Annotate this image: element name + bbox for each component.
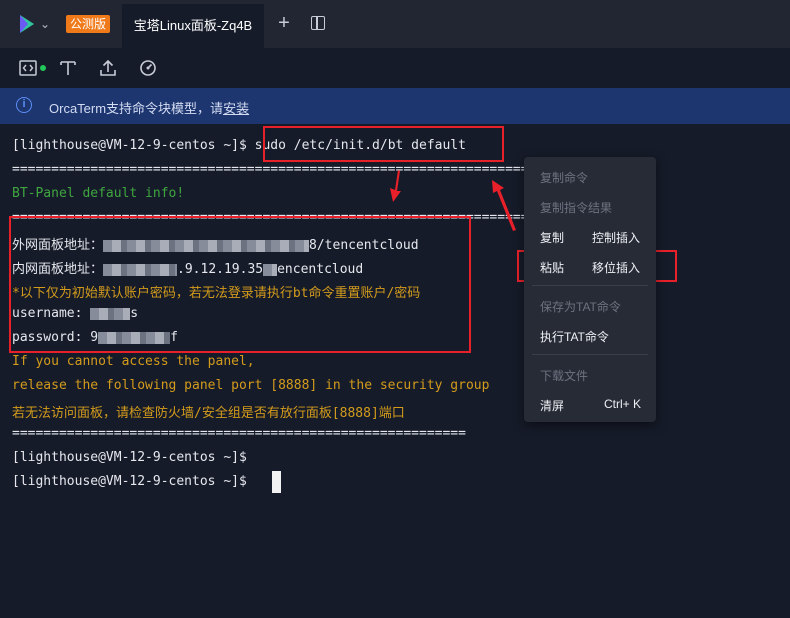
menu-item-copy-command[interactable]: 复制命令 xyxy=(540,169,588,186)
info-icon: i xyxy=(16,97,32,113)
clear-shortcut: Ctrl+ K xyxy=(604,397,642,411)
terminal-warning-2: release the following panel port [8888] … xyxy=(12,378,490,393)
arrow-down-icon xyxy=(390,170,401,202)
info-highlight-box xyxy=(9,216,471,353)
beta-badge: 公测版 xyxy=(66,15,111,33)
terminal-separator: ========================================… xyxy=(12,162,529,177)
menu-item-run-tat[interactable]: 执行TAT命令 xyxy=(540,328,609,345)
menu-divider xyxy=(532,354,648,355)
menu-item-shift-insert[interactable]: 移位插入 xyxy=(592,259,640,276)
text-icon[interactable] xyxy=(58,58,78,78)
terminal-separator: ========================================… xyxy=(12,426,466,441)
terminal-prompt: [lighthouse@VM-12-9-centos ~]$ xyxy=(12,450,247,465)
tab-bar xyxy=(0,0,790,48)
menu-item-copy-result[interactable]: 复制指令结果 xyxy=(540,199,612,216)
terminal-prompt: [lighthouse@VM-12-9-centos ~]$ xyxy=(12,474,247,489)
gauge-icon[interactable] xyxy=(138,58,158,78)
split-view-icon[interactable] xyxy=(311,16,325,30)
prompt: [lighthouse@VM-12-9-centos ~]$ xyxy=(12,138,255,153)
menu-item-clear[interactable]: 清屏 xyxy=(540,397,564,414)
menu-divider xyxy=(532,285,648,286)
chevron-down-icon[interactable]: ⌄ xyxy=(40,17,50,31)
menu-item-paste[interactable]: 粘贴 xyxy=(540,259,564,276)
command-highlight-box xyxy=(263,126,504,162)
terminal-warning-3: 若无法访问面板，请检查防火墙/安全组是否有放行面板[8888]端口 xyxy=(12,406,405,421)
info-text: OrcaTerm支持命令块模型，请安装 xyxy=(49,98,249,117)
code-panel-icon[interactable] xyxy=(18,58,38,78)
menu-item-download[interactable]: 下载文件 xyxy=(540,367,588,384)
terminal-warning-1: If you cannot access the panel, xyxy=(12,354,255,369)
info-message: OrcaTerm支持命令块模型，请 xyxy=(49,101,224,116)
arrow-up-icon xyxy=(492,180,516,231)
app-logo-icon[interactable] xyxy=(16,13,38,35)
toolbar xyxy=(0,48,790,88)
tab-session[interactable]: 宝塔Linux面板-Zq4B xyxy=(122,4,264,48)
terminal-cursor xyxy=(272,471,281,493)
menu-item-control-insert[interactable]: 控制插入 xyxy=(592,229,640,246)
install-link[interactable]: 安装 xyxy=(223,101,249,116)
menu-item-save-tat[interactable]: 保存为TAT命令 xyxy=(540,298,621,315)
upload-icon[interactable] xyxy=(98,58,118,78)
new-tab-button[interactable]: + xyxy=(272,11,296,35)
connection-status-dot xyxy=(40,65,46,71)
terminal-panel-title: BT-Panel default info! xyxy=(12,186,185,201)
menu-item-copy[interactable]: 复制 xyxy=(540,229,564,246)
